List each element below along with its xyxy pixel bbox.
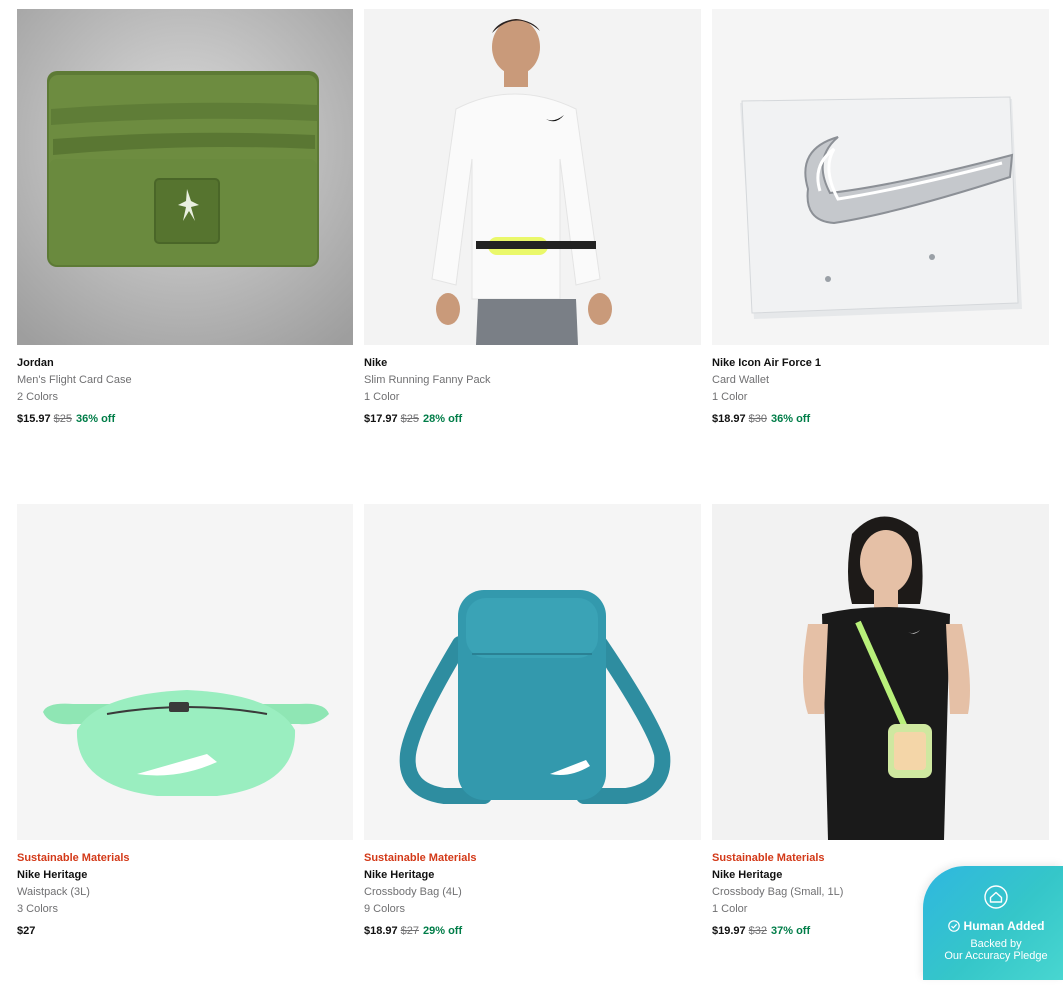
original-price: $25 xyxy=(53,413,73,425)
product-card[interactable]: Nike Slim Running Fanny Pack 1 Color $17… xyxy=(364,9,701,504)
price-row: $18.97 $27 29% off xyxy=(364,923,701,940)
product-image[interactable] xyxy=(364,9,701,345)
current-price: $27 xyxy=(17,925,36,937)
color-count: 9 Colors xyxy=(364,903,405,915)
original-price: $27 xyxy=(400,925,420,937)
badge-text: Sustainable Materials xyxy=(17,852,130,864)
product-subtitle: Waistpack (3L) xyxy=(17,886,90,898)
original-price: $25 xyxy=(400,413,420,425)
white-card-wallet-image xyxy=(712,9,1049,345)
product-grid: Jordan Men's Flight Card Case 2 Colors $… xyxy=(17,9,1049,999)
product-subtitle: Card Wallet xyxy=(712,374,770,386)
current-price: $15.97 xyxy=(17,413,51,425)
price-row: $17.97 $25 28% off xyxy=(364,411,701,428)
current-price: $18.97 xyxy=(364,925,398,937)
product-card[interactable]: Sustainable Materials Nike Heritage Wais… xyxy=(17,504,353,999)
pledge-headline-text: Human Added xyxy=(963,919,1045,933)
product-title[interactable]: Nike Icon Air Force 1 xyxy=(712,355,1049,372)
pledge-line-1: Backed by xyxy=(970,938,1022,950)
product-subtitle: Crossbody Bag (4L) xyxy=(364,886,462,898)
price-row: $18.97 $30 36% off xyxy=(712,411,1049,428)
color-count: 3 Colors xyxy=(17,903,58,915)
product-card[interactable]: Sustainable Materials Nike Heritage Cros… xyxy=(364,504,701,999)
product-card[interactable]: Jordan Men's Flight Card Case 2 Colors $… xyxy=(17,9,353,504)
price-row: $27 xyxy=(17,923,353,940)
check-circle-icon xyxy=(947,920,960,932)
product-title[interactable]: Nike Heritage xyxy=(17,867,353,884)
color-count: 1 Color xyxy=(364,391,400,403)
product-title[interactable]: Nike Heritage xyxy=(364,867,701,884)
color-count: 2 Colors xyxy=(17,391,58,403)
original-price: $32 xyxy=(748,925,768,937)
discount-label: 36% off xyxy=(76,413,116,425)
badge-text: Sustainable Materials xyxy=(364,852,477,864)
color-count: 1 Color xyxy=(712,391,748,403)
product-subtitle: Slim Running Fanny Pack xyxy=(364,374,491,386)
discount-label: 37% off xyxy=(771,925,811,937)
current-price: $18.97 xyxy=(712,413,746,425)
original-price: $30 xyxy=(748,413,768,425)
accuracy-pledge-widget[interactable]: Human Added Backed by Our Accuracy Pledg… xyxy=(923,866,1063,980)
pledge-subtext: Backed by Our Accuracy Pledge xyxy=(923,938,1063,962)
current-price: $17.97 xyxy=(364,413,398,425)
badge-text: Sustainable Materials xyxy=(712,852,825,864)
product-image[interactable] xyxy=(17,9,353,345)
mint-waistpack-image xyxy=(17,504,353,840)
product-image[interactable] xyxy=(712,504,1049,840)
product-image[interactable] xyxy=(364,504,701,840)
house-outline-icon xyxy=(984,885,1008,909)
discount-label: 28% off xyxy=(423,413,463,425)
product-title[interactable]: Jordan xyxy=(17,355,353,372)
model-with-small-crossbody-image xyxy=(712,504,1049,840)
runner-with-fanny-pack-image xyxy=(364,9,701,345)
pledge-line-2: Our Accuracy Pledge xyxy=(944,950,1048,962)
olive-card-case-image xyxy=(17,9,353,345)
product-image[interactable] xyxy=(17,504,353,840)
teal-crossbody-bag-image xyxy=(364,504,701,840)
product-title[interactable]: Nike xyxy=(364,355,701,372)
product-subtitle: Men's Flight Card Case xyxy=(17,374,132,386)
discount-label: 29% off xyxy=(423,925,463,937)
product-image[interactable] xyxy=(712,9,1049,345)
price-row: $15.97 $25 36% off xyxy=(17,411,353,428)
product-card[interactable]: Nike Icon Air Force 1 Card Wallet 1 Colo… xyxy=(712,9,1049,504)
current-price: $19.97 xyxy=(712,925,746,937)
pledge-headline: Human Added xyxy=(923,919,1063,933)
discount-label: 36% off xyxy=(771,413,811,425)
